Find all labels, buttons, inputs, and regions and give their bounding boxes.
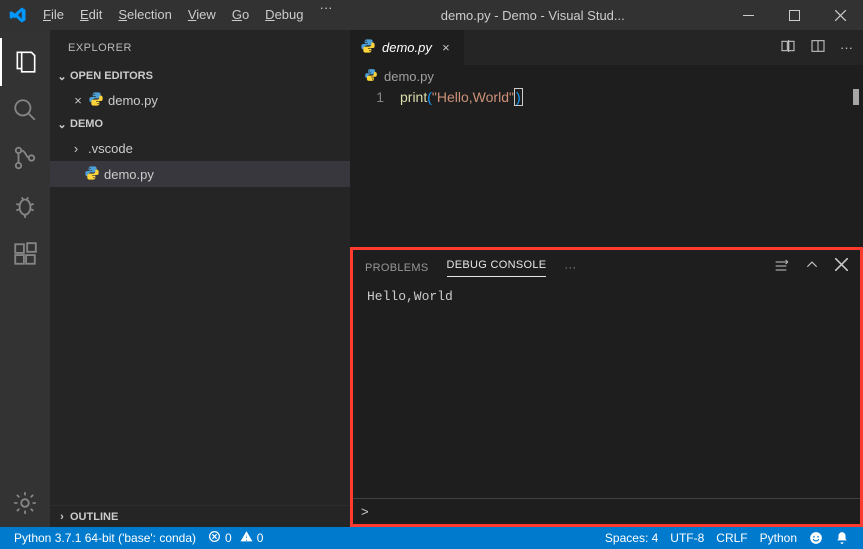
file-demo-py[interactable]: demo.py xyxy=(50,161,350,187)
status-feedback-icon[interactable] xyxy=(803,531,829,545)
window-title: demo.py - Demo - Visual Stud... xyxy=(340,8,725,23)
breadcrumbs[interactable]: demo.py xyxy=(350,65,863,87)
explorer-activity-icon[interactable] xyxy=(0,38,50,86)
outline-section[interactable]: › OUTLINE xyxy=(50,505,350,527)
file-name: demo.py xyxy=(104,167,154,182)
editor-tabs: demo.py × ··· xyxy=(350,30,863,65)
error-count: 0 xyxy=(225,531,232,545)
chevron-down-icon: ⌄ xyxy=(54,70,70,83)
editor-body[interactable]: 1 print("Hello,World") xyxy=(350,87,863,247)
debug-activity-icon[interactable] xyxy=(0,182,50,230)
menu-file[interactable]: File xyxy=(35,0,72,30)
status-notifications-icon[interactable] xyxy=(829,531,855,545)
python-file-icon xyxy=(364,68,378,85)
menu-view[interactable]: View xyxy=(180,0,224,30)
panel-tabs: PROBLEMS DEBUG CONSOLE ··· xyxy=(353,250,860,285)
line-number-gutter: 1 xyxy=(350,87,400,247)
menu-edit[interactable]: Edit xyxy=(72,0,110,30)
split-editor-icon[interactable] xyxy=(810,38,826,57)
menu-selection[interactable]: Selection xyxy=(110,0,179,30)
maximize-button[interactable] xyxy=(771,0,817,30)
menu-overflow-icon[interactable]: ··· xyxy=(311,0,340,30)
explorer-sidebar: EXPLORER ⌄ OPEN EDITORS × demo.py ⌄ DEMO… xyxy=(50,30,350,527)
panel: PROBLEMS DEBUG CONSOLE ··· Hello,World > xyxy=(350,247,863,527)
open-editors-section[interactable]: ⌄ OPEN EDITORS xyxy=(50,65,350,87)
source-control-activity-icon[interactable] xyxy=(0,134,50,182)
clear-console-icon[interactable] xyxy=(773,258,789,277)
settings-activity-icon[interactable] xyxy=(0,479,50,527)
open-editor-filename: demo.py xyxy=(108,93,158,108)
compare-changes-icon[interactable] xyxy=(780,38,796,57)
python-file-icon xyxy=(84,165,100,184)
folder-section[interactable]: ⌄ DEMO xyxy=(50,113,350,135)
close-icon[interactable]: × xyxy=(68,93,88,108)
activity-bar xyxy=(0,30,50,527)
close-panel-icon[interactable] xyxy=(835,258,848,277)
folder-vscode[interactable]: › .vscode xyxy=(50,135,350,161)
extensions-activity-icon[interactable] xyxy=(0,230,50,278)
explorer-title: EXPLORER xyxy=(50,30,350,65)
open-editor-item[interactable]: × demo.py xyxy=(50,87,350,113)
outline-label: OUTLINE xyxy=(70,511,118,523)
folder-name: .vscode xyxy=(88,141,133,156)
collapse-panel-icon[interactable] xyxy=(805,258,819,277)
status-python-interpreter[interactable]: Python 3.7.1 64-bit ('base': conda) xyxy=(8,527,202,549)
status-language[interactable]: Python xyxy=(754,531,803,545)
tab-problems[interactable]: PROBLEMS xyxy=(365,262,429,274)
breadcrumb-file: demo.py xyxy=(384,69,434,84)
python-file-icon xyxy=(88,91,104,110)
debug-console-input[interactable]: > xyxy=(353,498,860,524)
search-activity-icon[interactable] xyxy=(0,86,50,134)
python-file-icon xyxy=(360,38,376,57)
debug-console-output[interactable]: Hello,World xyxy=(353,285,860,498)
folder-section-label: DEMO xyxy=(70,118,103,130)
editor-group: demo.py × ··· demo.py 1 print("Hello,Wor… xyxy=(350,30,863,527)
menu-go[interactable]: Go xyxy=(224,0,257,30)
window-controls xyxy=(725,0,863,30)
status-eol[interactable]: CRLF xyxy=(710,531,753,545)
status-spaces[interactable]: Spaces: 4 xyxy=(599,531,664,545)
tab-label: demo.py xyxy=(382,40,432,55)
menu-bar: File Edit Selection View Go Debug ··· xyxy=(35,0,340,30)
tab-demo-py[interactable]: demo.py × xyxy=(350,30,465,65)
tab-debug-console[interactable]: DEBUG CONSOLE xyxy=(447,259,547,277)
status-encoding[interactable]: UTF-8 xyxy=(664,531,710,545)
menu-debug[interactable]: Debug xyxy=(257,0,311,30)
minimap-cursor xyxy=(853,89,859,105)
prompt-icon: > xyxy=(361,504,369,519)
editor-content[interactable]: print("Hello,World") xyxy=(400,87,863,247)
close-icon[interactable]: × xyxy=(438,40,454,55)
line-number: 1 xyxy=(350,89,384,105)
titlebar: File Edit Selection View Go Debug ··· de… xyxy=(0,0,863,30)
warning-count: 0 xyxy=(257,531,264,545)
warning-icon xyxy=(240,530,253,546)
chevron-right-icon: › xyxy=(68,141,84,156)
vscode-logo-icon xyxy=(0,6,35,24)
panel-tabs-overflow-icon[interactable]: ··· xyxy=(564,262,576,274)
status-bar: Python 3.7.1 64-bit ('base': conda) 0 0 … xyxy=(0,527,863,549)
chevron-right-icon: › xyxy=(54,511,70,523)
more-actions-icon[interactable]: ··· xyxy=(840,40,853,55)
error-icon xyxy=(208,530,221,546)
open-editors-label: OPEN EDITORS xyxy=(70,70,153,82)
chevron-down-icon: ⌄ xyxy=(54,118,70,131)
status-problems[interactable]: 0 0 xyxy=(202,527,269,549)
minimize-button[interactable] xyxy=(725,0,771,30)
close-button[interactable] xyxy=(817,0,863,30)
